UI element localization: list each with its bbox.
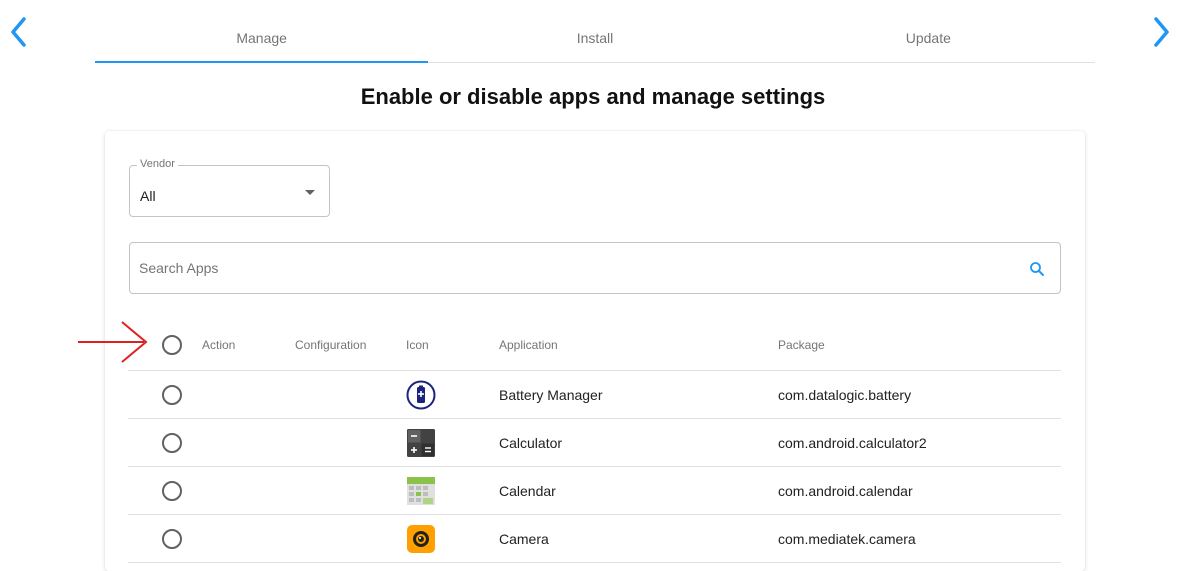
package-name: com.mediatek.camera	[778, 530, 916, 547]
header-action: Action	[202, 337, 236, 352]
tab-update[interactable]: Update	[762, 14, 1095, 62]
calendar-icon	[407, 476, 435, 505]
search-input[interactable]	[139, 257, 999, 279]
apps-card: Vendor All Action Configuration Icon App…	[105, 131, 1085, 571]
row-select-radio[interactable]	[162, 384, 182, 405]
next-page-button[interactable]	[1148, 14, 1176, 50]
search-box	[129, 242, 1061, 294]
search-icon[interactable]	[1028, 260, 1046, 278]
application-name: Calendar	[499, 482, 556, 499]
battery-manager-icon	[406, 380, 436, 409]
row-select-radio[interactable]	[162, 432, 182, 453]
prev-page-button[interactable]	[4, 14, 32, 50]
camera-icon	[407, 524, 435, 553]
header-package[interactable]: Package	[778, 319, 825, 370]
package-name: com.datalogic.battery	[778, 386, 912, 403]
select-all-radio[interactable]	[162, 334, 182, 355]
header-application[interactable]: Application	[499, 319, 558, 370]
vendor-value: All	[140, 188, 156, 204]
table-header: Action Configuration Icon Application Pa…	[128, 319, 1061, 371]
apps-table: Action Configuration Icon Application Pa…	[128, 319, 1061, 563]
application-name: Camera	[499, 530, 549, 547]
application-name: Calculator	[499, 434, 563, 451]
table-row[interactable]: Battery Manager com.datalogic.battery	[128, 371, 1061, 419]
table-row[interactable]: Calendar com.android.calendar	[128, 467, 1061, 515]
row-select-radio[interactable]	[162, 528, 182, 549]
dropdown-arrow-icon	[305, 190, 315, 195]
table-row[interactable]: Calculator com.android.calculator2	[128, 419, 1061, 467]
vendor-label: Vendor	[137, 158, 178, 170]
calculator-icon	[407, 428, 435, 457]
page-title: Enable or disable apps and manage settin…	[360, 84, 826, 109]
application-name: Battery Manager	[499, 386, 603, 403]
chevron-right-icon	[1154, 17, 1169, 47]
tab-bar: Manage Install Update	[95, 14, 1095, 63]
tab-manage[interactable]: Manage	[95, 14, 429, 63]
package-name: com.android.calculator2	[778, 434, 927, 451]
header-configuration: Configuration	[295, 337, 367, 352]
row-select-radio[interactable]	[162, 480, 182, 501]
chevron-left-icon	[11, 17, 26, 47]
header-icon: Icon	[406, 337, 429, 352]
red-arrow-icon	[78, 321, 148, 363]
package-name: com.android.calendar	[778, 482, 913, 499]
tab-install[interactable]: Install	[428, 14, 761, 62]
vendor-select[interactable]: Vendor All	[129, 158, 330, 217]
